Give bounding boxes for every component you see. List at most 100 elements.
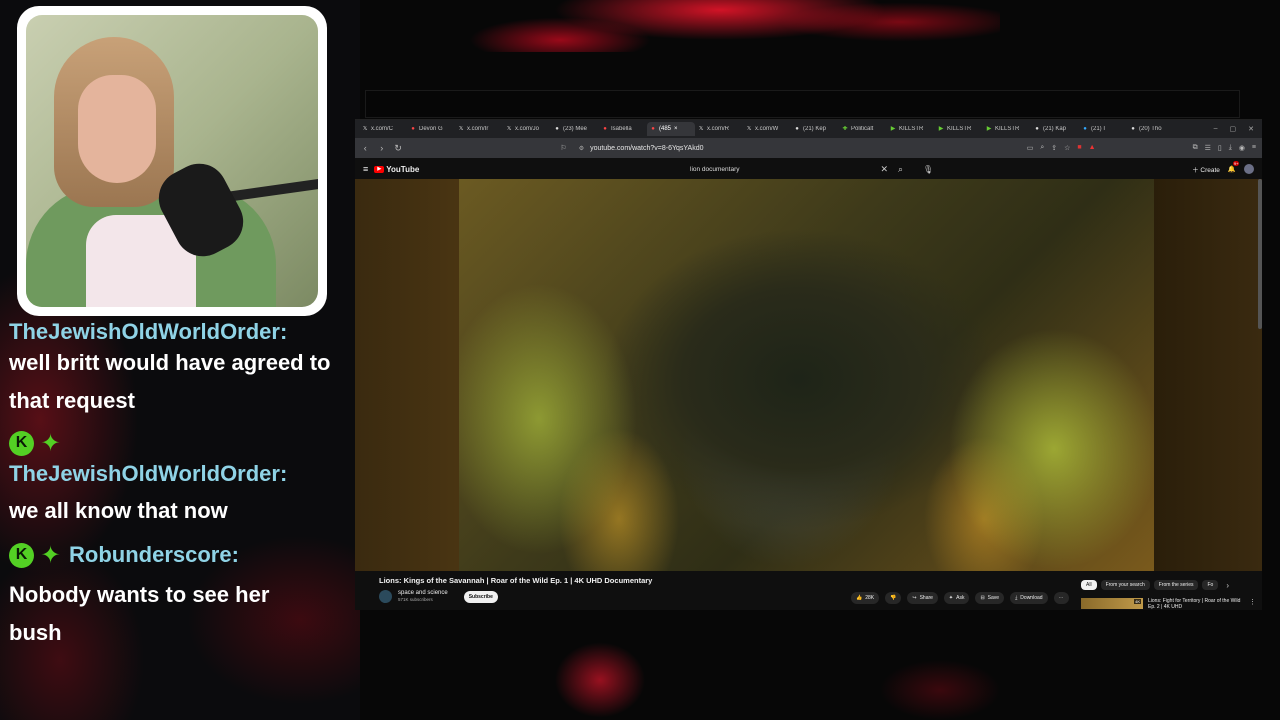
site-info-icon[interactable]: ⚙: [579, 145, 584, 152]
tab-favicon-icon: ▶: [938, 126, 944, 132]
chip-all[interactable]: All: [1081, 580, 1097, 590]
overlay-top-panel: [365, 90, 1240, 118]
channel-name[interactable]: space and science: [398, 590, 448, 597]
menu-dots-icon[interactable]: ≡: [1252, 144, 1256, 152]
tab-label: KILLSTR: [899, 126, 924, 132]
tab-label: (485: [659, 126, 672, 132]
related-video-title[interactable]: Lions: Fight for Territory | Roar of the…: [1148, 598, 1244, 609]
chat-row-with-badges: K ✦ Robunderscore:: [0, 540, 350, 570]
notifications-bell-icon[interactable]: 🔔 9+: [1228, 161, 1240, 173]
minimize-icon[interactable]: –: [1214, 125, 1218, 133]
zoom-icon[interactable]: ⌕: [1040, 144, 1044, 152]
browser-tab[interactable]: ● Devon G: [407, 126, 455, 132]
tab-label: KILLSTR: [947, 126, 972, 132]
browser-tab[interactable]: ● (20) Tho: [1127, 126, 1175, 132]
maximize-icon[interactable]: ▢: [1230, 125, 1237, 133]
chip-from-the-series[interactable]: From the series: [1153, 580, 1199, 590]
video-player-area[interactable]: [355, 179, 1262, 571]
create-button[interactable]: ＋ Create: [1192, 164, 1220, 174]
clear-search-icon[interactable]: ✕: [880, 164, 888, 175]
close-window-icon[interactable]: ✕: [1248, 125, 1254, 133]
url-field[interactable]: ⚙ youtube.com/watch?v=8-6YqsYAkd0: [579, 141, 1019, 155]
browser-tab[interactable]: ▶ KILLSTR: [935, 126, 983, 132]
search-query-text: lion documentary: [690, 165, 740, 173]
share-button[interactable]: ↪ Share: [907, 592, 938, 604]
extension-alert-icon[interactable]: ▲: [1089, 144, 1096, 152]
tab-strip: 𝕏x.com/C ● Devon G 𝕏x.com/Ir 𝕏x.com/Jo ● (23) …: [355, 120, 1262, 138]
tab-label: (21) Kap: [1043, 126, 1067, 132]
browser-window: 𝕏x.com/C ● Devon G 𝕏x.com/Ir 𝕏x.com/Jo ● (23) …: [355, 119, 1262, 610]
download-button[interactable]: ⤓ Download: [1010, 592, 1048, 604]
chat-message: we all know that now: [9, 498, 228, 523]
mic-arm: [225, 178, 318, 202]
related-video-item[interactable]: 4K Lions: Fight for Territory | Roar of …: [1081, 598, 1256, 609]
share-icon[interactable]: ⇪: [1051, 144, 1057, 152]
youtube-play-icon: ▶: [374, 165, 385, 173]
thumbs-down-icon: 👎: [890, 595, 897, 601]
reading-list-icon[interactable]: ☰: [1205, 144, 1211, 152]
browser-tab[interactable]: ✚ Politicalt: [839, 126, 887, 132]
more-vert-icon[interactable]: ⋮: [1249, 598, 1256, 609]
tab-favicon-icon: ▶: [890, 126, 896, 132]
extensions-icon[interactable]: ⧉: [1193, 144, 1198, 152]
window-controls: – ▢ ✕: [1214, 125, 1262, 133]
forward-icon[interactable]: ›: [377, 143, 385, 153]
dislike-button[interactable]: 👎: [885, 592, 902, 604]
tab-label: (20) Tho: [1139, 126, 1162, 132]
page-scrollbar[interactable]: [1258, 179, 1262, 329]
like-button[interactable]: 👍 28K: [851, 592, 880, 604]
browser-tab[interactable]: ● (23) Mee: [551, 126, 599, 132]
hamburger-menu-icon[interactable]: ≡: [363, 164, 368, 174]
star-icon[interactable]: ☆: [1064, 144, 1070, 152]
browser-tab[interactable]: 𝕏x.com/Ir: [455, 126, 503, 132]
browser-tab[interactable]: 𝕏x.com/R: [695, 126, 743, 132]
tab-favicon-icon: ✚: [842, 126, 848, 132]
subscribe-button[interactable]: Subscribe: [463, 590, 498, 603]
chevron-right-icon[interactable]: ›: [1226, 581, 1229, 590]
browser-tab[interactable]: ▶ KILLSTR: [887, 126, 935, 132]
reload-icon[interactable]: ↻: [394, 143, 402, 154]
save-button[interactable]: ⊟ Save: [975, 592, 1005, 604]
cast-icon[interactable]: ▭: [1027, 144, 1034, 152]
extension-red-icon[interactable]: ■: [1077, 144, 1081, 152]
account-avatar[interactable]: [1244, 164, 1254, 174]
more-actions-button[interactable]: ⋯: [1053, 592, 1069, 604]
browser-tab[interactable]: ● (21) Kep: [791, 126, 839, 132]
bookmark-icon[interactable]: ⚐: [560, 144, 566, 152]
subscriber-count: 571K subscribers: [398, 597, 433, 602]
tab-favicon-icon: 𝕏: [458, 126, 464, 132]
profile-icon[interactable]: ◉: [1239, 144, 1245, 152]
chip-from-your-search[interactable]: From your search: [1100, 580, 1150, 590]
youtube-search-input[interactable]: lion documentary ✕: [690, 162, 888, 176]
share-arrow-icon: ↪: [912, 595, 917, 601]
channel-avatar[interactable]: [379, 590, 392, 603]
channel-info: space and science 571K subscribers: [398, 590, 448, 603]
sparkle-icon: ✦: [948, 595, 954, 601]
related-video-thumbnail[interactable]: 4K: [1081, 598, 1143, 609]
browser-tab[interactable]: ● (485 ×: [647, 122, 695, 136]
video-player[interactable]: [459, 179, 1154, 571]
browser-tab[interactable]: 𝕏x.com/Jo: [503, 126, 551, 132]
browser-tab[interactable]: 𝕏x.com/W: [743, 126, 791, 132]
browser-tab[interactable]: 𝕏x.com/C: [359, 126, 407, 132]
tab-label: (21) Kep: [803, 126, 827, 132]
browser-tab[interactable]: ● (21) Kap: [1031, 126, 1079, 132]
sidebar-icon[interactable]: ▯: [1218, 144, 1222, 152]
browser-tab[interactable]: ● (21) I: [1079, 126, 1127, 132]
youtube-header: ≡ ▶ YouTube lion documentary ✕ ⌕ 🎙 ＋ Cre…: [355, 158, 1262, 180]
search-icon[interactable]: ⌕: [898, 164, 903, 175]
chat-message: well britt would have agreed to that req…: [9, 350, 331, 413]
browser-tab[interactable]: ● Isabella: [599, 126, 647, 132]
close-tab-icon[interactable]: ×: [674, 126, 678, 132]
downloads-icon[interactable]: ⤓: [1229, 144, 1232, 152]
tab-favicon-icon: 𝕏: [746, 126, 752, 132]
ask-button[interactable]: ✦ Ask: [943, 592, 970, 604]
tab-label: x.com/C: [371, 126, 394, 132]
tab-favicon-icon: ●: [1035, 126, 1039, 132]
back-icon[interactable]: ‹: [361, 143, 369, 153]
browser-tab[interactable]: ▶ KILLSTR: [983, 126, 1031, 132]
youtube-logo[interactable]: ▶ YouTube: [374, 165, 419, 174]
notification-count: 9+: [1232, 161, 1240, 166]
chip-truncated[interactable]: Fo: [1202, 580, 1219, 590]
voice-search-icon[interactable]: 🎙: [923, 165, 933, 174]
